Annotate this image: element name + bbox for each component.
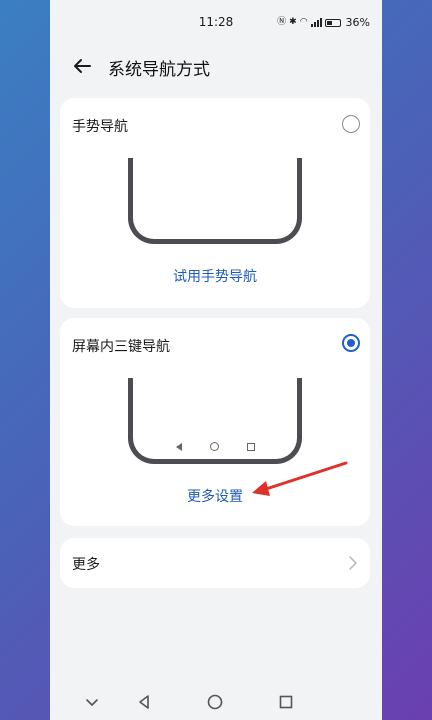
status-bar: 11:28 Ⓝ ✱ ◠ 36%	[50, 0, 382, 44]
signal-icon	[310, 18, 322, 27]
chevron-down-icon[interactable]	[82, 692, 102, 712]
gesture-phone-preview	[128, 158, 302, 244]
gesture-navigation-title: 手势导航	[72, 119, 128, 135]
wifi-icon: ◠	[299, 17, 308, 27]
three-key-navigation-card[interactable]: 屏幕内三键导航 更多设置	[60, 318, 370, 526]
system-navigation-bar	[50, 692, 382, 720]
more-row[interactable]: 更多	[60, 538, 370, 588]
back-arrow-icon[interactable]	[70, 54, 94, 78]
try-gesture-link[interactable]: 试用手势导航	[60, 266, 370, 286]
preview-back-key-icon	[175, 442, 182, 451]
gesture-navigation-card[interactable]: 手势导航 试用手势导航	[60, 98, 370, 308]
page-title: 系统导航方式	[108, 60, 210, 80]
battery-percent: 36%	[345, 16, 370, 29]
phone-screen: 11:28 Ⓝ ✱ ◠ 36% 系统导航方式 手势导航 试用手势导航 屏幕内三键…	[50, 0, 382, 720]
bluetooth-icon: ✱	[289, 17, 297, 27]
chevron-right-icon	[349, 556, 357, 570]
three-key-navigation-radio[interactable]	[342, 334, 360, 352]
three-key-navigation-title: 屏幕内三键导航	[72, 339, 170, 355]
home-circle-icon[interactable]	[205, 692, 225, 712]
three-key-phone-preview	[128, 378, 302, 464]
back-triangle-icon[interactable]	[134, 692, 154, 712]
preview-recent-key-icon	[246, 442, 255, 451]
battery-icon	[324, 18, 341, 27]
recent-apps-square-icon[interactable]	[276, 692, 296, 712]
nfc-icon: Ⓝ	[277, 17, 287, 27]
status-icons: Ⓝ ✱ ◠ 36%	[277, 16, 370, 29]
more-settings-link[interactable]: 更多设置	[60, 486, 370, 506]
gesture-navigation-radio[interactable]	[342, 115, 360, 133]
preview-nav-keys	[133, 442, 297, 451]
more-label: 更多	[72, 557, 100, 573]
preview-home-key-icon	[209, 442, 219, 451]
